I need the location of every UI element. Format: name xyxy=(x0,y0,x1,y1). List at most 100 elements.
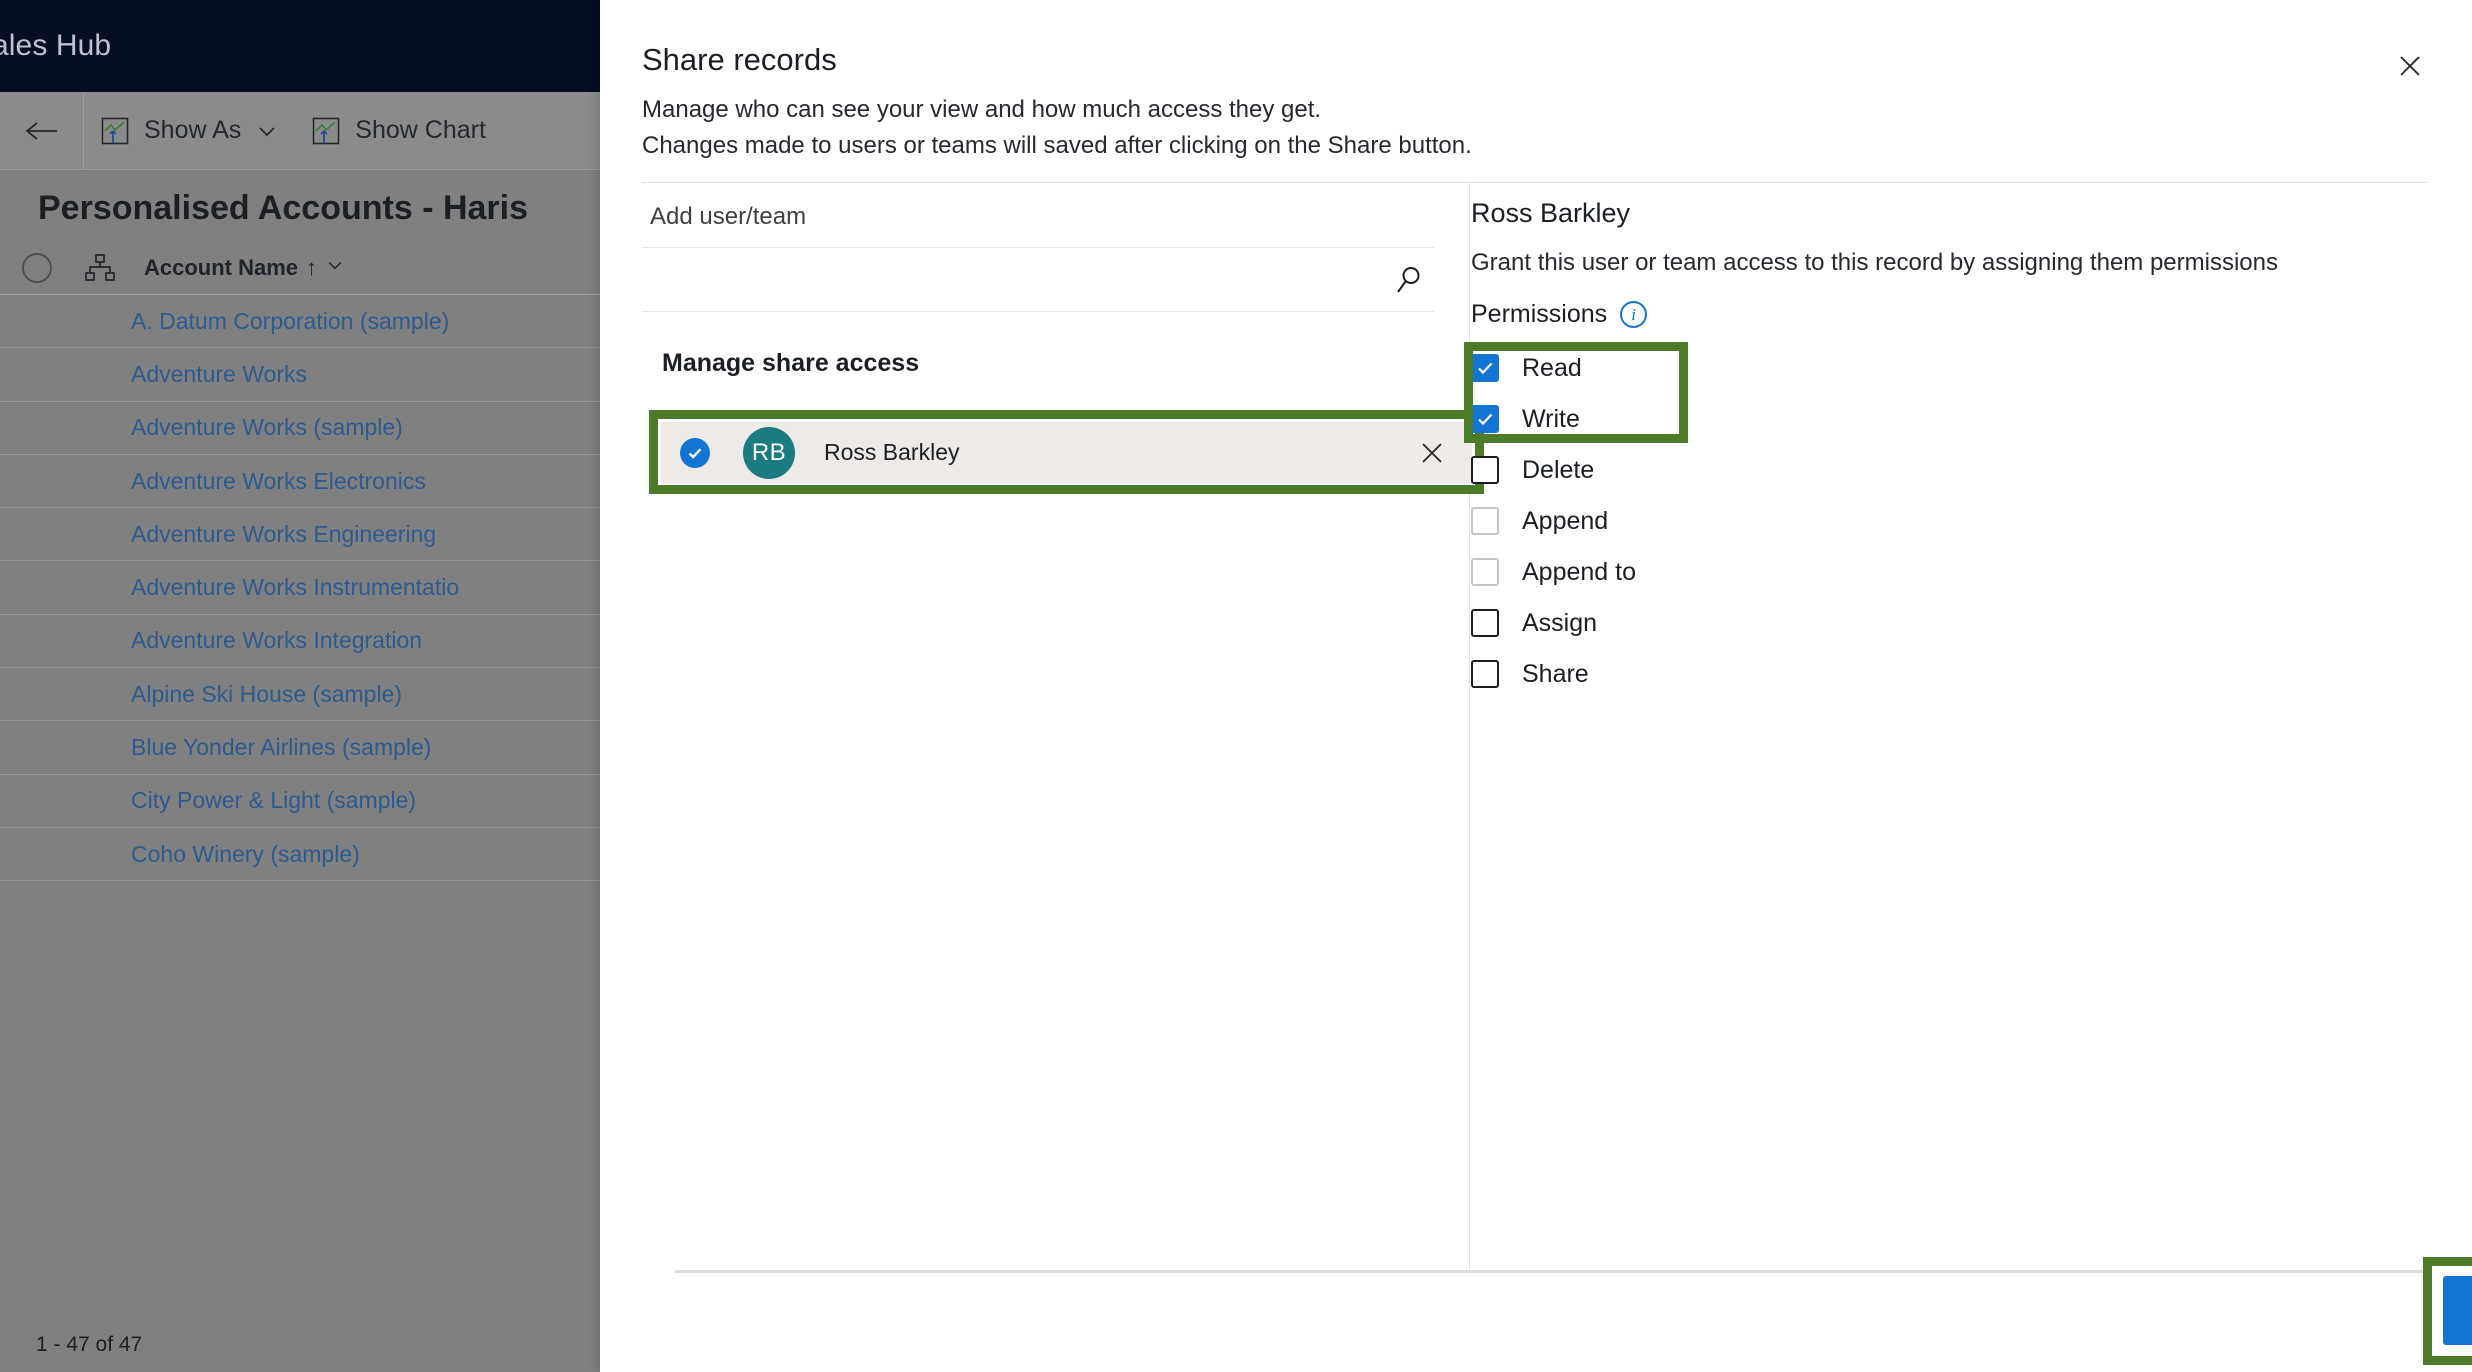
chart-icon xyxy=(311,116,341,146)
permissions-pane: Ross Barkley Grant this user or team acc… xyxy=(1471,183,2428,1270)
app-title: ales Hub xyxy=(0,29,111,63)
select-all-radio[interactable] xyxy=(22,253,52,283)
account-name-link[interactable]: Adventure Works (sample) xyxy=(0,414,403,441)
show-as-label: Show As xyxy=(144,116,241,145)
share-button[interactable]: Share xyxy=(2443,1276,2472,1345)
share-records-dialog: Share records Manage who can see your vi… xyxy=(600,0,2472,1372)
account-name-link[interactable]: City Power & Light (sample) xyxy=(0,787,416,814)
close-button[interactable] xyxy=(2388,44,2432,88)
add-user-field-label: Add user/team xyxy=(650,203,806,231)
read-checkbox[interactable] xyxy=(1471,354,1499,382)
permission-row-share[interactable]: Share xyxy=(1471,655,2171,693)
account-name-link[interactable]: Coho Winery (sample) xyxy=(0,841,360,868)
remove-user-button[interactable] xyxy=(1414,435,1450,471)
append-label: Append xyxy=(1522,507,1608,536)
info-icon[interactable]: i xyxy=(1620,301,1647,328)
command-bar: Show As Show Chart xyxy=(0,92,620,170)
append-to-checkbox xyxy=(1471,558,1499,586)
table-row[interactable]: Adventure Works Integration xyxy=(0,615,620,668)
permission-row-append: Append xyxy=(1471,502,2171,540)
table-row[interactable]: Adventure Works (sample) xyxy=(0,402,620,455)
search-button[interactable] xyxy=(1390,262,1426,298)
delete-label: Delete xyxy=(1522,456,1594,485)
table-row[interactable]: A. Datum Corporation (sample) xyxy=(0,295,620,348)
account-name-link[interactable]: Adventure Works Engineering xyxy=(0,521,436,548)
show-chart-label: Show Chart xyxy=(355,116,486,145)
share-permission-checkbox[interactable] xyxy=(1471,660,1499,688)
dialog-description-line-1: Manage who can see your view and how muc… xyxy=(642,92,2042,128)
account-name-link[interactable]: Alpine Ski House (sample) xyxy=(0,681,402,708)
permissions-user-name: Ross Barkley xyxy=(1471,198,1630,229)
sort-ascending-icon: ↑ xyxy=(306,255,317,281)
append-to-label: Append to xyxy=(1522,558,1636,587)
permissions-checkbox-list: Read Write Delete Append Append to xyxy=(1471,349,2171,693)
record-count-label: 1 - 47 of 47 xyxy=(0,1333,142,1357)
table-row[interactable]: Alpine Ski House (sample) xyxy=(0,668,620,721)
write-checkbox[interactable] xyxy=(1471,405,1499,433)
dialog-description-line-2: Changes made to users or teams will save… xyxy=(642,128,2042,164)
append-checkbox xyxy=(1471,507,1499,535)
add-user-pane: Add user/team Manage share access RB Ros… xyxy=(642,183,1470,1270)
grid-footer: 1 - 47 of 47 xyxy=(0,1318,620,1372)
table-row[interactable]: Adventure Works Electronics xyxy=(0,455,620,508)
avatar: RB xyxy=(743,427,795,479)
search-input[interactable] xyxy=(648,248,1378,312)
show-as-button[interactable]: Show As xyxy=(84,92,295,170)
table-row[interactable]: Adventure Works Instrumentatio xyxy=(0,561,620,614)
manage-share-access-header: Manage share access xyxy=(662,349,919,378)
close-icon xyxy=(1418,439,1446,467)
permission-row-assign[interactable]: Assign xyxy=(1471,604,2171,642)
dialog-title: Share records xyxy=(642,42,837,78)
table-row[interactable]: Adventure Works xyxy=(0,348,620,401)
dialog-bottom-divider xyxy=(675,1270,2472,1273)
background-app: ales Hub Show As xyxy=(0,0,620,1372)
chart-icon xyxy=(100,116,130,146)
show-chart-button[interactable]: Show Chart xyxy=(295,92,502,170)
column-header-label: Account Name xyxy=(144,255,298,281)
permissions-heading-label: Permissions xyxy=(1471,300,1607,329)
account-name-link[interactable]: Adventure Works Integration xyxy=(0,627,422,654)
share-user-name: Ross Barkley xyxy=(824,439,959,466)
table-row[interactable]: Adventure Works Engineering xyxy=(0,508,620,561)
table-row[interactable]: Coho Winery (sample) xyxy=(0,828,620,881)
grid-rows: A. Datum Corporation (sample) Adventure … xyxy=(0,295,620,1295)
dialog-description: Manage who can see your view and how muc… xyxy=(642,92,2042,165)
user-selected-checkbox[interactable] xyxy=(680,438,710,468)
column-header-account-name[interactable]: Account Name ↑ xyxy=(144,255,345,281)
checkmark-icon xyxy=(1475,358,1495,378)
chevron-down-icon[interactable] xyxy=(325,255,345,281)
read-label: Read xyxy=(1522,354,1582,383)
account-name-link[interactable]: Blue Yonder Airlines (sample) xyxy=(0,734,431,761)
hierarchy-icon xyxy=(84,253,116,283)
back-button[interactable] xyxy=(0,92,84,170)
write-label: Write xyxy=(1522,405,1580,434)
account-name-link[interactable]: Adventure Works xyxy=(0,361,307,388)
chevron-down-icon[interactable] xyxy=(255,119,279,143)
permissions-description: Grant this user or team access to this r… xyxy=(1471,249,2278,277)
account-name-link[interactable]: A. Datum Corporation (sample) xyxy=(0,308,449,335)
search-icon xyxy=(1392,264,1424,296)
back-arrow-icon xyxy=(24,119,60,143)
app-top-navigation-bar: ales Hub xyxy=(0,0,620,92)
search-row xyxy=(642,248,1434,312)
account-name-link[interactable]: Adventure Works Electronics xyxy=(0,468,426,495)
permissions-heading: Permissions i xyxy=(1471,300,1647,329)
assign-label: Assign xyxy=(1522,609,1597,638)
share-user-row[interactable]: RB Ross Barkley xyxy=(661,422,1472,483)
checkmark-icon xyxy=(1475,409,1495,429)
table-row[interactable]: Blue Yonder Airlines (sample) xyxy=(0,721,620,774)
grid-column-header-row: Account Name ↑ xyxy=(0,241,620,295)
permission-row-append-to: Append to xyxy=(1471,553,2171,591)
delete-checkbox[interactable] xyxy=(1471,456,1499,484)
table-row[interactable]: City Power & Light (sample) xyxy=(0,775,620,828)
share-permission-label: Share xyxy=(1522,660,1589,689)
permission-row-write[interactable]: Write xyxy=(1471,400,2171,438)
view-title-row: Personalised Accounts - Haris xyxy=(0,175,620,241)
close-icon xyxy=(2395,51,2425,81)
assign-checkbox[interactable] xyxy=(1471,609,1499,637)
account-name-link[interactable]: Adventure Works Instrumentatio xyxy=(0,574,459,601)
checkmark-icon xyxy=(686,444,704,462)
page-title: Personalised Accounts - Haris xyxy=(0,189,528,228)
permission-row-delete[interactable]: Delete xyxy=(1471,451,2171,489)
permission-row-read[interactable]: Read xyxy=(1471,349,2171,387)
